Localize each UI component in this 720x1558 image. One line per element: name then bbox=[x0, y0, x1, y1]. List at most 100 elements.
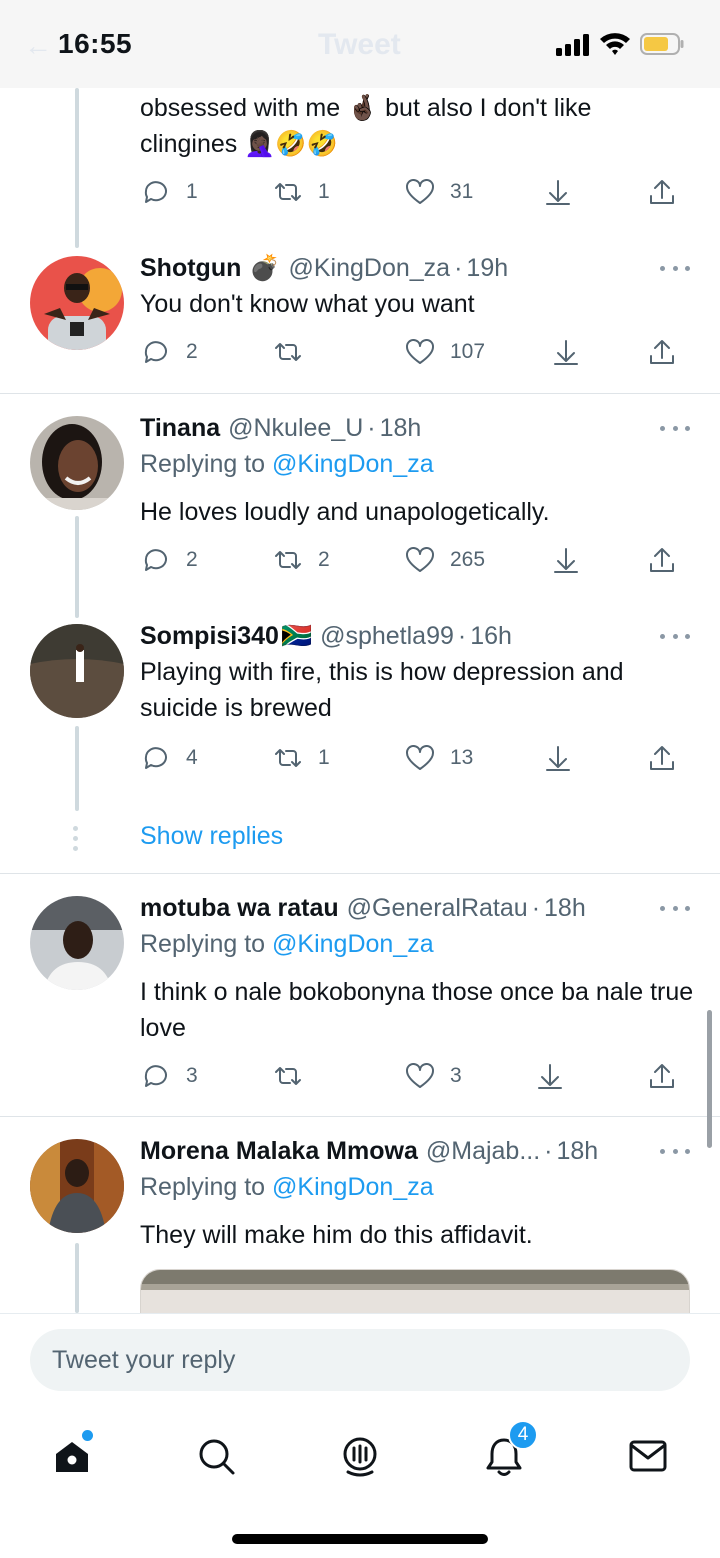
replying-to-link[interactable]: @KingDon_za bbox=[272, 930, 434, 958]
retweet-icon bbox=[275, 551, 301, 569]
reply-button[interactable]: 2 bbox=[140, 332, 198, 372]
share-button[interactable] bbox=[646, 172, 678, 212]
search-icon bbox=[199, 1439, 235, 1475]
tab-spaces[interactable] bbox=[332, 1428, 388, 1484]
tweet-item[interactable]: Sompisi340 🇿🇦 @sphetla99 · 16h Playing w… bbox=[0, 616, 720, 873]
reply-feed[interactable]: obsessed with me 🤞🏿 but also I don't lik… bbox=[0, 88, 720, 1313]
show-replies-link[interactable]: Show replies bbox=[140, 822, 283, 851]
replying-to-link[interactable]: @KingDon_za bbox=[272, 450, 434, 478]
retweet-button[interactable] bbox=[272, 332, 318, 372]
share-button[interactable] bbox=[646, 540, 678, 580]
avatar[interactable] bbox=[30, 256, 124, 350]
heart-icon bbox=[406, 547, 434, 572]
flag-emoji: 🇿🇦 bbox=[280, 621, 313, 650]
user-handle[interactable]: @KingDon_za bbox=[289, 254, 451, 283]
share-button[interactable] bbox=[646, 1056, 678, 1096]
more-options-icon[interactable] bbox=[660, 258, 690, 278]
display-name[interactable]: Sompisi340 bbox=[140, 622, 279, 651]
avatar[interactable] bbox=[30, 896, 124, 990]
tweet-item[interactable]: Tinana @Nkulee_U · 18h Replying to @King… bbox=[0, 408, 720, 618]
tweet-text: You don't know what you want bbox=[140, 290, 475, 318]
wifi-icon bbox=[600, 33, 630, 55]
avatar[interactable] bbox=[30, 416, 124, 510]
cellular-signal-icon bbox=[556, 34, 589, 56]
tweet-time: 18h bbox=[544, 893, 586, 922]
tweet-header: Sompisi340 🇿🇦 @sphetla99 · 16h bbox=[140, 618, 512, 654]
scrollbar[interactable] bbox=[707, 1010, 712, 1148]
download-button[interactable] bbox=[542, 172, 574, 212]
more-options-icon[interactable] bbox=[660, 1141, 690, 1161]
thread-line bbox=[75, 726, 79, 811]
tweet-header: Shotgun 💣 @KingDon_za · 19h bbox=[140, 250, 508, 286]
battery-icon bbox=[640, 33, 684, 55]
tab-notifications[interactable]: 4 bbox=[476, 1420, 538, 1484]
replying-to-link[interactable]: @KingDon_za bbox=[272, 1173, 434, 1201]
tweet-item[interactable]: Morena Malaka Mmowa @Majab... · 18h Repl… bbox=[0, 1131, 720, 1313]
download-icon bbox=[538, 1064, 562, 1089]
retweet-button[interactable]: 1 bbox=[272, 172, 330, 212]
reply-button[interactable]: 2 bbox=[140, 540, 198, 580]
tweet-reply-input[interactable] bbox=[30, 1329, 690, 1391]
divider bbox=[0, 873, 720, 874]
download-button[interactable] bbox=[542, 738, 574, 778]
display-name[interactable]: Morena Malaka Mmowa bbox=[140, 1137, 418, 1166]
tweet-item[interactable]: motuba wa ratau @GeneralRatau · 18h Repl… bbox=[0, 888, 720, 1116]
share-button[interactable] bbox=[646, 332, 678, 372]
download-button[interactable] bbox=[550, 332, 582, 372]
tweet-text: They will make him do this affidavit. bbox=[140, 1221, 533, 1249]
like-button[interactable]: 265 bbox=[404, 540, 485, 580]
user-handle[interactable]: @sphetla99 bbox=[320, 622, 454, 651]
download-icon bbox=[554, 548, 578, 573]
tweet-media-image[interactable] bbox=[140, 1269, 690, 1313]
reply-count: 4 bbox=[186, 746, 198, 769]
back-arrow-icon[interactable]: ← bbox=[24, 30, 52, 62]
like-button[interactable]: 107 bbox=[404, 332, 485, 372]
tweet-time: 18h bbox=[379, 413, 422, 442]
more-options-icon[interactable] bbox=[660, 626, 690, 646]
share-button[interactable] bbox=[646, 738, 678, 778]
thread-line bbox=[75, 88, 79, 248]
reply-bar bbox=[0, 1313, 720, 1408]
status-bar: ← Tweet 16:55 bbox=[0, 0, 720, 88]
heart-icon bbox=[406, 179, 434, 204]
heart-icon bbox=[406, 1063, 434, 1088]
display-name[interactable]: motuba wa ratau bbox=[140, 894, 339, 923]
retweet-button[interactable] bbox=[272, 1056, 318, 1096]
user-handle[interactable]: @Majab... bbox=[426, 1137, 540, 1166]
retweet-button[interactable]: 1 bbox=[272, 738, 330, 778]
reply-icon bbox=[144, 1065, 167, 1087]
reply-icon bbox=[144, 747, 167, 769]
like-button[interactable]: 13 bbox=[404, 738, 473, 778]
tab-messages[interactable] bbox=[620, 1428, 676, 1484]
avatar[interactable] bbox=[30, 624, 124, 718]
tab-search[interactable] bbox=[188, 1428, 244, 1484]
divider bbox=[0, 393, 720, 394]
display-name[interactable]: Tinana bbox=[140, 414, 220, 443]
avatar[interactable] bbox=[30, 1139, 124, 1233]
retweet-button[interactable]: 2 bbox=[272, 540, 330, 580]
tweet-actions: 1 1 31 bbox=[140, 172, 700, 212]
tweet-time: 18h bbox=[556, 1136, 599, 1165]
more-options-icon[interactable] bbox=[660, 418, 690, 438]
tab-home[interactable] bbox=[44, 1428, 100, 1484]
download-button[interactable] bbox=[534, 1056, 566, 1096]
like-count: 3 bbox=[450, 1064, 462, 1087]
tweet-actions: 2 2 265 bbox=[140, 540, 700, 580]
replying-to: Replying to @KingDon_za bbox=[140, 1173, 434, 1201]
reply-button[interactable]: 3 bbox=[140, 1056, 198, 1096]
like-button[interactable]: 31 bbox=[404, 172, 473, 212]
like-button[interactable]: 3 bbox=[404, 1056, 462, 1096]
tweet-actions: 4 1 13 bbox=[140, 738, 700, 778]
tweet-item[interactable]: Shotgun 💣 @KingDon_za · 19h You don't kn… bbox=[0, 248, 720, 393]
share-icon bbox=[650, 548, 674, 572]
tweet-text: He loves loudly and unapologetically. bbox=[140, 498, 550, 526]
user-handle[interactable]: @GeneralRatau bbox=[347, 894, 528, 923]
more-options-icon[interactable] bbox=[660, 898, 690, 918]
divider bbox=[0, 1116, 720, 1117]
download-button[interactable] bbox=[550, 540, 582, 580]
display-name[interactable]: Shotgun bbox=[140, 254, 241, 283]
reply-button[interactable]: 4 bbox=[140, 738, 198, 778]
user-handle[interactable]: @Nkulee_U bbox=[228, 414, 363, 443]
reply-button[interactable]: 1 bbox=[140, 172, 198, 212]
reply-count: 3 bbox=[186, 1064, 198, 1087]
